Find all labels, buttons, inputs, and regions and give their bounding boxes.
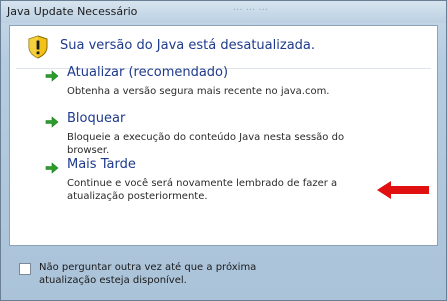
window-title: Java Update Necessário <box>7 5 138 18</box>
red-arrow-icon <box>377 181 429 199</box>
warning-shield-icon <box>28 35 48 59</box>
option-block[interactable]: Bloquear Bloqueie a execução do conteúdo… <box>45 111 405 156</box>
option-later-description: Continue e você será novamente lembrado … <box>67 178 338 202</box>
green-arrow-icon <box>45 116 59 128</box>
option-update-title[interactable]: Atualizar (recomendado) <box>67 65 228 80</box>
option-later[interactable]: Mais Tarde Continue e você será novament… <box>45 157 405 209</box>
dialog-window: Java Update Necessário ··· ··· ··· Sua v… <box>0 0 447 301</box>
background-window-ghost: ··· ··· ··· <box>233 5 268 16</box>
option-block-description: Bloqueie a execução do conteúdo Java nes… <box>67 132 345 156</box>
green-arrow-icon <box>45 70 59 82</box>
option-block-title[interactable]: Bloquear <box>67 111 125 126</box>
green-arrow-icon <box>45 162 59 174</box>
dont-ask-again-label[interactable]: Não perguntar outra vez até que a próxim… <box>39 261 289 287</box>
option-update[interactable]: Atualizar (recomendado) Obtenha a versão… <box>45 65 405 105</box>
title-bar[interactable]: Java Update Necessário ··· ··· ··· <box>1 1 446 23</box>
dont-ask-again-checkbox[interactable] <box>19 263 31 275</box>
option-later-title[interactable]: Mais Tarde <box>67 157 136 172</box>
headline: Sua versão do Java está desatualizada. <box>60 38 316 53</box>
option-update-description: Obtenha a versão segura mais recente no … <box>67 86 330 97</box>
